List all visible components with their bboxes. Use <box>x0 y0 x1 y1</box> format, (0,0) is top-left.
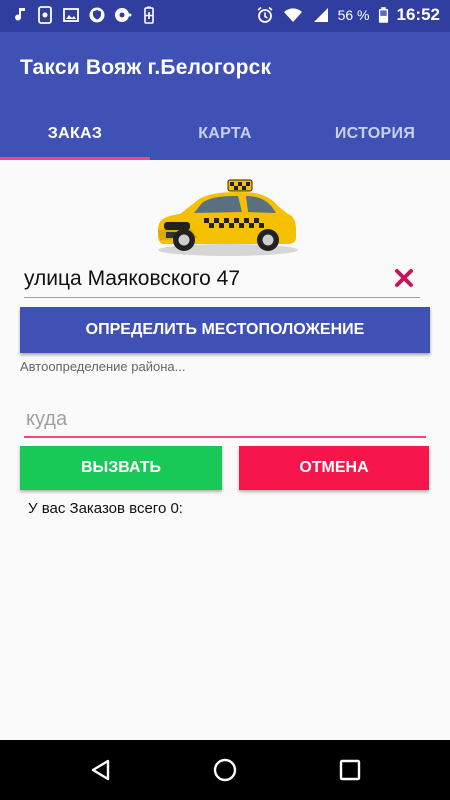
wifi-icon <box>283 8 302 22</box>
cancel-order-label: ОТМЕНА <box>299 459 369 476</box>
tab-order[interactable]: ЗАКАЗ <box>0 108 150 160</box>
image-icon <box>63 8 79 22</box>
home-icon[interactable] <box>212 757 238 783</box>
tab-order-label: ЗАКАЗ <box>47 125 103 142</box>
destination-input[interactable] <box>24 402 426 438</box>
tab-map[interactable]: КАРТА <box>150 108 300 160</box>
cancel-order-button[interactable]: ОТМЕНА <box>239 446 429 490</box>
call-taxi-label: ВЫЗВАТЬ <box>80 459 162 476</box>
system-nav-bar <box>0 740 450 800</box>
clear-address-icon[interactable] <box>394 268 414 288</box>
status-icons-right: 56 % 16:52 <box>256 5 440 25</box>
tab-bar: ЗАКАЗ КАРТА ИСТОРИЯ <box>0 108 450 160</box>
call-taxi-button[interactable]: ВЫЗВАТЬ <box>20 446 222 490</box>
tab-history-label: ИСТОРИЯ <box>334 125 416 142</box>
sd-card-icon <box>38 6 52 24</box>
status-icons-left <box>10 6 158 24</box>
pickup-address-value[interactable]: улица Маяковского 47 <box>24 267 240 291</box>
app-bar: Такси Вояж г.Белогорск ЗАКАЗ КАРТА ИСТОР… <box>0 32 450 160</box>
music-note-icon <box>15 8 25 21</box>
taxi-car-image <box>158 179 298 256</box>
status-time: 16:52 <box>396 5 440 24</box>
tab-map-label: КАРТА <box>198 125 252 142</box>
battery-icon <box>378 7 388 23</box>
battery-percent: 56 % <box>337 7 370 23</box>
shield-icon <box>89 7 105 23</box>
auto-detect-hint: Автоопределение района... <box>20 359 186 374</box>
back-icon[interactable] <box>88 757 114 783</box>
alarm-icon <box>257 6 273 23</box>
detect-location-button[interactable]: ОПРЕДЕЛИТЬ МЕСТОПОЛОЖЕНИЕ <box>20 307 430 353</box>
battery-plus-icon <box>144 6 154 24</box>
orders-summary: У вас Заказов всего 0: <box>28 500 183 517</box>
pickup-address-field[interactable]: улица Маяковского 47 <box>24 262 420 298</box>
record-icon <box>115 8 132 22</box>
detect-location-label: ОПРЕДЕЛИТЬ МЕСТОПОЛОЖЕНИЕ <box>85 321 365 338</box>
signal-icon <box>313 8 328 22</box>
tab-history[interactable]: ИСТОРИЯ <box>300 108 450 160</box>
status-bar: 56 % 16:52 <box>0 0 450 32</box>
app-title: Такси Вояж г.Белогорск <box>20 56 272 79</box>
recents-icon[interactable] <box>338 758 362 782</box>
